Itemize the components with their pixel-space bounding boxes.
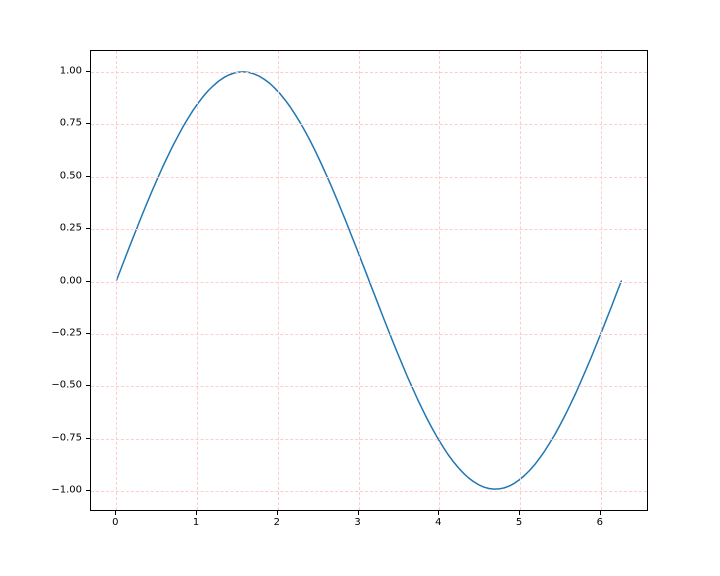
- grid-line-horizontal: [91, 229, 647, 230]
- y-tick: [86, 333, 90, 334]
- x-tick-label: 1: [193, 517, 199, 528]
- series-line: [116, 72, 621, 489]
- x-tick: [196, 511, 197, 515]
- x-tick-label: 5: [516, 517, 522, 528]
- x-tick-label: 6: [597, 517, 603, 528]
- grid-line-vertical: [116, 51, 117, 510]
- x-tick-label: 4: [435, 517, 441, 528]
- grid-line-horizontal: [91, 334, 647, 335]
- y-tick: [86, 490, 90, 491]
- x-tick: [600, 511, 601, 515]
- y-tick-label: 0.50: [60, 170, 82, 181]
- y-tick: [86, 385, 90, 386]
- grid-line-horizontal: [91, 72, 647, 73]
- y-tick-label: 1.00: [60, 65, 82, 76]
- x-tick: [438, 511, 439, 515]
- grid-line-vertical: [601, 51, 602, 510]
- y-tick-label: −0.25: [51, 327, 82, 338]
- y-tick: [86, 438, 90, 439]
- grid-line-vertical: [197, 51, 198, 510]
- y-tick-label: 0.75: [60, 118, 82, 129]
- y-tick: [86, 176, 90, 177]
- y-tick: [86, 281, 90, 282]
- grid-line-horizontal: [91, 491, 647, 492]
- x-tick-label: 2: [274, 517, 280, 528]
- y-tick: [86, 71, 90, 72]
- y-tick-label: 0.00: [60, 275, 82, 286]
- x-tick: [519, 511, 520, 515]
- y-tick-label: 0.25: [60, 223, 82, 234]
- grid-line-horizontal: [91, 177, 647, 178]
- axes: [90, 50, 648, 511]
- x-tick: [358, 511, 359, 515]
- y-tick-label: −0.75: [51, 432, 82, 443]
- y-tick: [86, 228, 90, 229]
- grid-line-horizontal: [91, 386, 647, 387]
- grid-line-vertical: [359, 51, 360, 510]
- y-tick-label: −0.50: [51, 380, 82, 391]
- x-tick-label: 3: [354, 517, 360, 528]
- y-tick: [86, 123, 90, 124]
- grid-line-vertical: [278, 51, 279, 510]
- grid-line-horizontal: [91, 439, 647, 440]
- x-tick-label: 0: [112, 517, 118, 528]
- line-plot: [91, 51, 647, 510]
- figure: 0 1 2 3 4 5 6 −1.00 −0.75 −0.50 −0.25 0.00 0.25 0.50 0…: [0, 0, 720, 576]
- x-tick: [115, 511, 116, 515]
- grid-line-horizontal: [91, 282, 647, 283]
- x-tick: [277, 511, 278, 515]
- grid-line-horizontal: [91, 124, 647, 125]
- y-tick-label: −1.00: [51, 485, 82, 496]
- grid-line-vertical: [520, 51, 521, 510]
- grid-line-vertical: [439, 51, 440, 510]
